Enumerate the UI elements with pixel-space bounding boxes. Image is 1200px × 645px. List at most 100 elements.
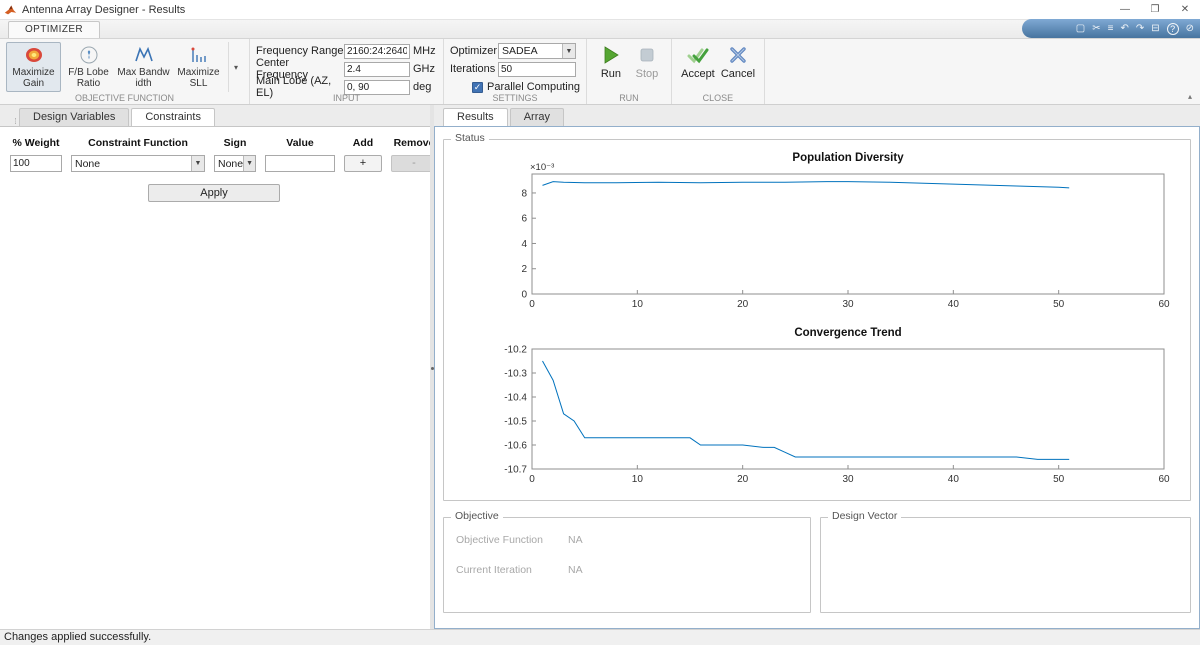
maximize-gain-button[interactable]: Maximize Gain [6,42,61,92]
stop-label: Stop [636,68,659,80]
undo-icon[interactable]: ↶ [1120,24,1128,34]
minimize-icon[interactable]: — [1110,0,1140,19]
collapse-ribbon-icon[interactable]: ▴ [1188,92,1192,101]
maximize-icon[interactable]: ❐ [1140,0,1170,19]
svg-text:4: 4 [521,239,527,250]
help-icon[interactable]: ? [1167,23,1179,35]
current-iteration-label: Current Iteration [456,564,552,576]
constraint-function-value: None [72,158,191,170]
svg-text:10: 10 [632,299,644,310]
section-settings: Optimizer SADEA ▼ Iterations ✓ Parallel … [444,39,587,104]
panel-handle-icon[interactable]: ⁞ [12,109,19,126]
run-label: Run [601,68,621,80]
population-diversity-chart: Population Diversity010203040506002468×1… [484,148,1174,314]
run-icon [601,45,621,65]
layout-icon[interactable]: ⊟ [1151,24,1159,34]
status-groupbox: Status Population Diversity0102030405060… [443,139,1191,501]
header-constraint-function: Constraint Function [71,127,205,155]
value-input[interactable] [265,155,335,172]
button-label: Maximize [177,67,219,78]
button-label: Ratio [77,78,100,89]
constraint-function-dropdown[interactable]: None ▼ [71,155,205,172]
tab-results[interactable]: Results [443,108,508,126]
cancel-label: Cancel [721,68,755,80]
center-frequency-unit: GHz [413,63,437,75]
optimizer-dropdown[interactable]: SADEA ▼ [498,43,576,59]
iterations-input[interactable] [498,62,576,77]
svg-text:0: 0 [529,474,535,485]
add-constraint-button[interactable]: + [344,155,382,172]
chevron-down-icon: ▼ [243,156,255,171]
optimizer-value: SADEA [499,45,562,57]
stop-button: Stop [629,42,665,92]
right-panel-tabs: Results Array [434,105,1200,126]
ribbon-tab-row: OPTIMIZER ▢ ✂ ≡ ↶ ↷ ⊟ ? ⊘ [0,20,1200,39]
tab-array[interactable]: Array [510,108,564,126]
apply-button[interactable]: Apply [148,184,280,202]
ribbon: Maximize Gain F/B Lobe Ratio Max Bandw i… [0,39,1200,105]
svg-text:-10.3: -10.3 [504,369,527,380]
svg-text:2: 2 [521,264,527,275]
svg-text:×10⁻³: ×10⁻³ [530,162,554,173]
objective-function-label: Objective Function [456,534,552,546]
section-label: RUN [587,93,671,103]
tab-design-variables[interactable]: Design Variables [19,108,129,126]
header-value: Value [265,127,335,155]
svg-text:50: 50 [1053,474,1065,485]
fb-lobe-ratio-button[interactable]: F/B Lobe Ratio [61,42,116,92]
ribbon-filler [765,39,1200,104]
objective-groupbox: Objective Objective Function NA Current … [443,517,811,613]
maximize-sll-icon [189,45,209,65]
titlebar: Antenna Array Designer - Results — ❐ ✕ [0,0,1200,20]
svg-text:60: 60 [1158,474,1170,485]
button-label: F/B Lobe [68,67,109,78]
frequency-range-input[interactable] [344,44,410,59]
svg-text:40: 40 [948,299,960,310]
sign-value: None [215,158,243,170]
weight-input[interactable] [10,155,62,172]
center-frequency-input[interactable] [344,62,410,77]
frequency-range-unit: MHz [413,45,437,57]
section-label: SETTINGS [444,93,586,103]
parallel-computing-label: Parallel Computing [487,81,580,93]
header-sign: Sign [214,127,256,155]
button-label: SLL [190,78,208,89]
redo-icon[interactable]: ↷ [1136,24,1144,34]
left-panel-tabs: ⁞ Design Variables Constraints [0,105,430,126]
svg-text:50: 50 [1053,299,1065,310]
button-label: Max Bandw [117,67,169,78]
svg-text:40: 40 [948,474,960,485]
copy-icon[interactable]: ≡ [1108,24,1114,34]
dock-icon[interactable]: ▢ [1076,24,1085,34]
sign-dropdown[interactable]: None ▼ [214,155,256,172]
svg-text:-10.5: -10.5 [504,417,527,428]
svg-text:-10.4: -10.4 [504,393,527,404]
maximize-sll-button[interactable]: Maximize SLL [171,42,226,92]
svg-text:20: 20 [737,474,749,485]
maximize-gain-icon [24,45,44,65]
cancel-button[interactable]: Cancel [718,42,758,92]
convergence-trend-chart: Convergence Trend0102030405060-10.7-10.6… [484,323,1174,489]
close-icon[interactable]: ✕ [1170,0,1200,19]
parallel-computing-checkbox[interactable]: ✓ [472,82,483,93]
main-lobe-unit: deg [413,81,437,93]
section-objective-function: Maximize Gain F/B Lobe Ratio Max Bandw i… [0,39,250,104]
objective-gallery-arrow[interactable]: ▾ [228,42,243,92]
design-vector-groupbox-label: Design Vector [828,510,901,522]
run-button[interactable]: Run [593,42,629,92]
tab-constraints[interactable]: Constraints [131,108,215,126]
tab-optimizer[interactable]: OPTIMIZER [8,21,100,38]
accept-button[interactable]: Accept [678,42,718,92]
iterations-label: Iterations [450,63,498,75]
main-area: ⁞ Design Variables Constraints % Weight … [0,105,1200,629]
svg-text:8: 8 [521,188,527,199]
current-iteration-value: NA [568,564,583,576]
constraints-table: % Weight Constraint Function Sign Value … [0,127,430,172]
status-message: Changes applied successfully. [4,631,151,643]
chevron-down-icon: ▼ [191,156,204,171]
section-label: OBJECTIVE FUNCTION [0,93,249,103]
section-label: INPUT [250,93,443,103]
resources-icon[interactable]: ⊘ [1186,24,1194,34]
max-bandwidth-button[interactable]: Max Bandw idth [116,42,171,92]
cut-icon[interactable]: ✂ [1092,24,1100,34]
